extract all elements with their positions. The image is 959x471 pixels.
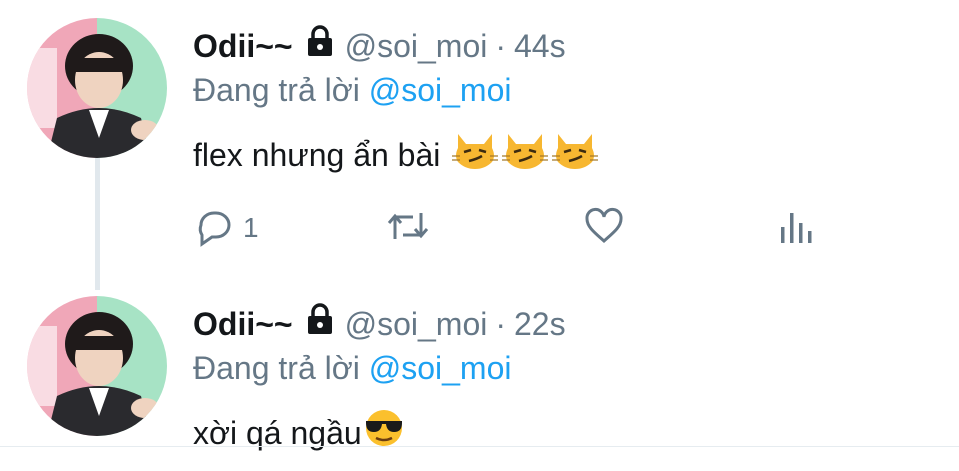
thread-line xyxy=(95,158,100,290)
avatar-image xyxy=(27,296,167,436)
handle[interactable]: @soi_moi xyxy=(345,26,488,66)
like-icon xyxy=(583,205,625,252)
timestamp[interactable]: 22s xyxy=(514,304,566,344)
analytics-button[interactable] xyxy=(777,204,817,252)
reply-icon xyxy=(193,205,235,252)
lock-icon xyxy=(303,302,337,345)
separator: · xyxy=(495,27,506,64)
analytics-icon xyxy=(777,205,817,252)
retweet-icon xyxy=(385,205,431,252)
reply-mention-link[interactable]: @soi_moi xyxy=(369,72,512,108)
reply-count: 1 xyxy=(243,212,259,243)
display-name[interactable]: Odii~~ xyxy=(193,304,293,344)
timestamp[interactable]: 44s xyxy=(514,26,566,66)
reply-mention-link[interactable]: @soi_moi xyxy=(369,350,512,386)
tweet-header: Odii~~ @soi_moi · 22s xyxy=(193,302,566,345)
like-button[interactable] xyxy=(583,204,633,252)
tweet-actions: 1 xyxy=(193,204,933,252)
smirk-cat-emoji xyxy=(552,130,599,179)
lock-icon xyxy=(303,24,337,67)
reply-prefix: Đang trả lời xyxy=(193,350,360,386)
sunglasses-face-emoji xyxy=(362,408,406,457)
reply-button[interactable]: 1 xyxy=(193,204,259,252)
divider xyxy=(0,446,959,447)
reply-context: Đang trả lời @soi_moi xyxy=(193,348,511,388)
avatar[interactable] xyxy=(27,18,167,158)
avatar[interactable] xyxy=(27,296,167,436)
display-name[interactable]: Odii~~ xyxy=(193,26,293,66)
handle[interactable]: @soi_moi xyxy=(345,304,488,344)
smirk-cat-emoji xyxy=(452,130,499,179)
tweet-text-content: flex nhưng ẩn bài xyxy=(193,136,441,173)
smirk-cat-emoji xyxy=(502,130,549,179)
separator: · xyxy=(495,305,506,342)
reply-prefix: Đang trả lời xyxy=(193,72,360,108)
avatar-image xyxy=(27,18,167,158)
tweet-text: flex nhưng ẩn bài xyxy=(193,130,599,179)
retweet-button[interactable] xyxy=(385,204,439,252)
reply-context: Đang trả lời @soi_moi xyxy=(193,70,511,110)
tweet-header: Odii~~ @soi_moi · 44s xyxy=(193,24,566,67)
tweet-text: xời qá ngầu xyxy=(193,408,406,457)
